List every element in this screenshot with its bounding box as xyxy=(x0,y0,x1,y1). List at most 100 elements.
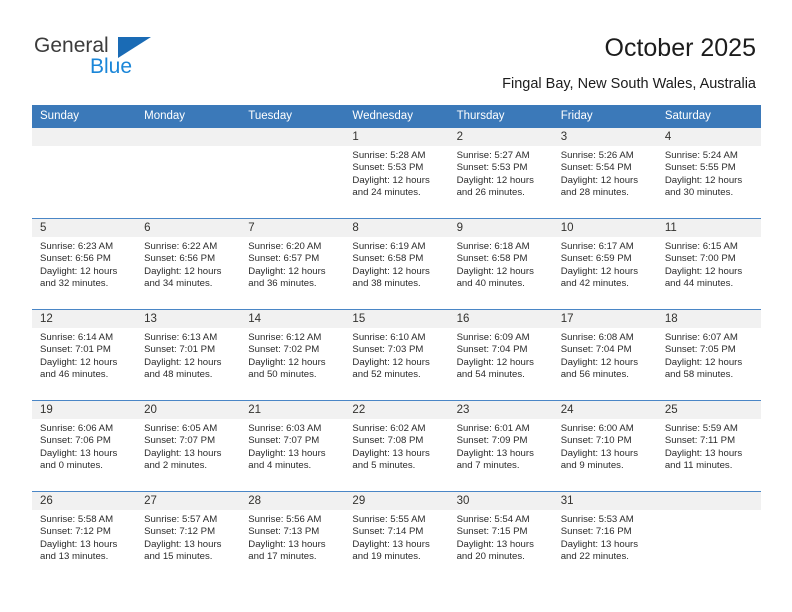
day-sunrise-text: Sunrise: 6:10 AM xyxy=(352,332,426,343)
day-number: 14 xyxy=(240,310,345,328)
day-box: 27 Sunrise: 5:57 AM Sunset: 7:12 PM Dayligh… xyxy=(136,492,241,582)
day-sunset-text: Sunset: 6:56 PM xyxy=(144,253,216,265)
day-sun-info: Sunrise: 6:02 AM Sunset: 7:08 PM Daylight:… xyxy=(344,419,448,472)
day-sunset-text: Sunset: 7:13 PM xyxy=(248,526,320,538)
calendar-day-cell[interactable]: 15 Sunrise: 6:10 AM Sunset: 7:03 PM Dayligh… xyxy=(344,309,449,401)
calendar-day-cell[interactable]: 18 Sunrise: 6:07 AM Sunset: 7:05 PM Dayligh… xyxy=(656,309,761,401)
day-sunrise-text: Sunrise: 6:13 AM xyxy=(144,332,218,343)
day-sunrise-text: Sunrise: 6:12 AM xyxy=(248,332,322,343)
day-box: 22 Sunrise: 6:02 AM Sunset: 7:08 PM Dayligh… xyxy=(344,401,449,491)
day-sunset-text: Sunset: 6:56 PM xyxy=(40,253,111,265)
day-daylight2-text: and 0 minutes. xyxy=(40,459,103,471)
day-number: 10 xyxy=(552,219,657,237)
calendar-day-cell[interactable]: 10 Sunrise: 6:17 AM Sunset: 6:59 PM Dayligh… xyxy=(552,218,657,310)
day-box: 13 Sunrise: 6:13 AM Sunset: 7:01 PM Dayligh… xyxy=(136,310,241,400)
calendar-day-cell[interactable]: 17 Sunrise: 6:08 AM Sunset: 7:04 PM Dayligh… xyxy=(552,309,657,401)
sunrise-sunset-calendar: Sunday Monday Tuesday Wednesday Thursday… xyxy=(32,105,761,582)
page-header: General Blue October 2025 Fingal Bay, Ne… xyxy=(0,0,792,100)
calendar-day-cell[interactable]: 31 Sunrise: 5:53 AM Sunset: 7:16 PM Dayligh… xyxy=(552,491,657,582)
calendar-day-cell[interactable]: 3 Sunrise: 5:26 AM Sunset: 5:54 PM Daylight… xyxy=(552,128,657,219)
general-blue-logo[interactable]: General Blue xyxy=(34,34,214,80)
day-sunrise-text: Sunrise: 6:06 AM xyxy=(40,423,114,434)
day-daylight1-text: Daylight: 12 hours xyxy=(352,356,430,368)
calendar-day-cell[interactable]: 21 Sunrise: 6:03 AM Sunset: 7:07 PM Dayligh… xyxy=(240,400,345,492)
day-sun-info: Sunrise: 5:26 AM Sunset: 5:54 PM Daylight:… xyxy=(553,146,657,199)
day-daylight2-text: and 4 minutes. xyxy=(248,459,312,471)
day-box: 9 Sunrise: 6:18 AM Sunset: 6:58 PM Daylight… xyxy=(448,219,553,309)
day-box xyxy=(240,128,345,218)
calendar-header-row: Sunday Monday Tuesday Wednesday Thursday… xyxy=(32,105,761,128)
day-daylight2-text: and 19 minutes. xyxy=(352,550,421,562)
calendar-day-cell[interactable]: 16 Sunrise: 6:09 AM Sunset: 7:04 PM Dayligh… xyxy=(448,309,553,401)
day-daylight1-text: Daylight: 13 hours xyxy=(560,538,639,550)
calendar-day-cell[interactable]: 5 Sunrise: 6:23 AM Sunset: 6:56 PM Daylight… xyxy=(32,218,137,310)
day-sunrise-text: Sunrise: 5:57 AM xyxy=(144,514,218,525)
calendar-day-cell[interactable]: 24 Sunrise: 6:00 AM Sunset: 7:10 PM Dayligh… xyxy=(552,400,657,492)
calendar-day-cell[interactable]: 2 Sunrise: 5:27 AM Sunset: 5:53 PM Daylight… xyxy=(448,128,553,219)
calendar-day-cell[interactable]: 4 Sunrise: 5:24 AM Sunset: 5:55 PM Daylight… xyxy=(656,128,761,219)
calendar-day-cell[interactable]: 29 Sunrise: 5:55 AM Sunset: 7:14 PM Dayligh… xyxy=(344,491,449,582)
calendar-day-cell[interactable]: 13 Sunrise: 6:13 AM Sunset: 7:01 PM Dayligh… xyxy=(136,309,241,401)
day-number: 25 xyxy=(656,401,761,419)
day-sunset-text: Sunset: 7:02 PM xyxy=(248,344,320,356)
calendar-day-cell[interactable]: 14 Sunrise: 6:12 AM Sunset: 7:02 PM Dayligh… xyxy=(240,309,345,401)
day-number: 21 xyxy=(240,401,345,419)
day-daylight1-text: Daylight: 12 hours xyxy=(664,174,743,186)
calendar-day-cell[interactable]: 1 Sunrise: 5:28 AM Sunset: 5:53 PM Daylight… xyxy=(344,128,449,219)
day-sunset-text: Sunset: 7:12 PM xyxy=(144,526,216,538)
day-sunset-text: Sunset: 7:01 PM xyxy=(144,344,216,356)
day-daylight2-text: and 36 minutes. xyxy=(248,277,317,289)
day-daylight1-text: Daylight: 13 hours xyxy=(248,538,326,550)
day-sun-info: Sunrise: 5:54 AM Sunset: 7:15 PM Daylight:… xyxy=(449,510,553,563)
calendar-empty-cell xyxy=(656,491,761,582)
calendar-day-cell[interactable]: 7 Sunrise: 6:20 AM Sunset: 6:57 PM Daylight… xyxy=(240,218,345,310)
calendar-day-cell[interactable]: 23 Sunrise: 6:01 AM Sunset: 7:09 PM Dayligh… xyxy=(448,400,553,492)
day-daylight1-text: Daylight: 13 hours xyxy=(144,447,222,459)
calendar-day-cell[interactable]: 12 Sunrise: 6:14 AM Sunset: 7:01 PM Dayligh… xyxy=(32,309,137,401)
day-daylight2-text: and 32 minutes. xyxy=(40,277,109,289)
day-daylight2-text: and 7 minutes. xyxy=(456,459,520,471)
day-sunrise-text: Sunrise: 6:01 AM xyxy=(456,423,530,434)
day-sunset-text: Sunset: 7:06 PM xyxy=(40,435,111,447)
day-number: 9 xyxy=(448,219,553,237)
day-daylight1-text: Daylight: 12 hours xyxy=(560,265,639,277)
calendar-day-cell[interactable]: 28 Sunrise: 5:56 AM Sunset: 7:13 PM Dayligh… xyxy=(240,491,345,582)
calendar-day-cell[interactable]: 20 Sunrise: 6:05 AM Sunset: 7:07 PM Dayligh… xyxy=(136,400,241,492)
calendar-day-cell[interactable]: 26 Sunrise: 5:58 AM Sunset: 7:12 PM Dayligh… xyxy=(32,491,137,582)
day-box: 18 Sunrise: 6:07 AM Sunset: 7:05 PM Dayligh… xyxy=(656,310,761,400)
calendar-day-cell[interactable]: 19 Sunrise: 6:06 AM Sunset: 7:06 PM Dayligh… xyxy=(32,400,137,492)
day-box: 21 Sunrise: 6:03 AM Sunset: 7:07 PM Dayligh… xyxy=(240,401,345,491)
day-daylight1-text: Daylight: 13 hours xyxy=(40,447,118,459)
calendar-day-cell[interactable]: 25 Sunrise: 5:59 AM Sunset: 7:11 PM Dayligh… xyxy=(656,400,761,492)
day-daylight2-text: and 52 minutes. xyxy=(352,368,421,380)
day-sunset-text: Sunset: 5:55 PM xyxy=(664,162,736,174)
weekday-header-sunday: Sunday xyxy=(32,105,137,128)
day-daylight1-text: Daylight: 12 hours xyxy=(456,174,534,186)
calendar-day-cell[interactable]: 30 Sunrise: 5:54 AM Sunset: 7:15 PM Dayligh… xyxy=(448,491,553,582)
day-daylight2-text: and 30 minutes. xyxy=(664,186,734,198)
day-sunrise-text: Sunrise: 5:54 AM xyxy=(456,514,530,525)
day-number: 15 xyxy=(344,310,449,328)
day-number: 26 xyxy=(32,492,137,510)
page-subtitle: Fingal Bay, New South Wales, Australia xyxy=(502,76,756,92)
calendar-day-cell[interactable]: 6 Sunrise: 6:22 AM Sunset: 6:56 PM Daylight… xyxy=(136,218,241,310)
calendar-day-cell[interactable]: 27 Sunrise: 5:57 AM Sunset: 7:12 PM Dayligh… xyxy=(136,491,241,582)
day-daylight2-text: and 26 minutes. xyxy=(456,186,525,198)
day-sunset-text: Sunset: 7:16 PM xyxy=(560,526,632,538)
day-sun-info: Sunrise: 6:22 AM Sunset: 6:56 PM Daylight:… xyxy=(136,237,240,290)
calendar-day-cell[interactable]: 22 Sunrise: 6:02 AM Sunset: 7:08 PM Dayligh… xyxy=(344,400,449,492)
day-sun-info: Sunrise: 5:28 AM Sunset: 5:53 PM Daylight:… xyxy=(344,146,448,199)
day-sunset-text: Sunset: 6:58 PM xyxy=(352,253,424,265)
day-box: 29 Sunrise: 5:55 AM Sunset: 7:14 PM Dayligh… xyxy=(344,492,449,582)
day-sunset-text: Sunset: 7:14 PM xyxy=(352,526,424,538)
day-sun-info: Sunrise: 6:17 AM Sunset: 6:59 PM Daylight:… xyxy=(553,237,657,290)
day-daylight2-text: and 2 minutes. xyxy=(144,459,208,471)
calendar-day-cell[interactable]: 11 Sunrise: 6:15 AM Sunset: 7:00 PM Dayligh… xyxy=(656,218,761,310)
calendar-empty-cell xyxy=(32,128,137,219)
day-number: 11 xyxy=(656,219,761,237)
calendar-day-cell[interactable]: 9 Sunrise: 6:18 AM Sunset: 6:58 PM Daylight… xyxy=(448,218,553,310)
calendar-empty-cell xyxy=(240,128,345,219)
calendar-day-cell[interactable]: 8 Sunrise: 6:19 AM Sunset: 6:58 PM Daylight… xyxy=(344,218,449,310)
weekday-header-friday: Friday xyxy=(552,105,657,128)
day-number: 17 xyxy=(552,310,657,328)
